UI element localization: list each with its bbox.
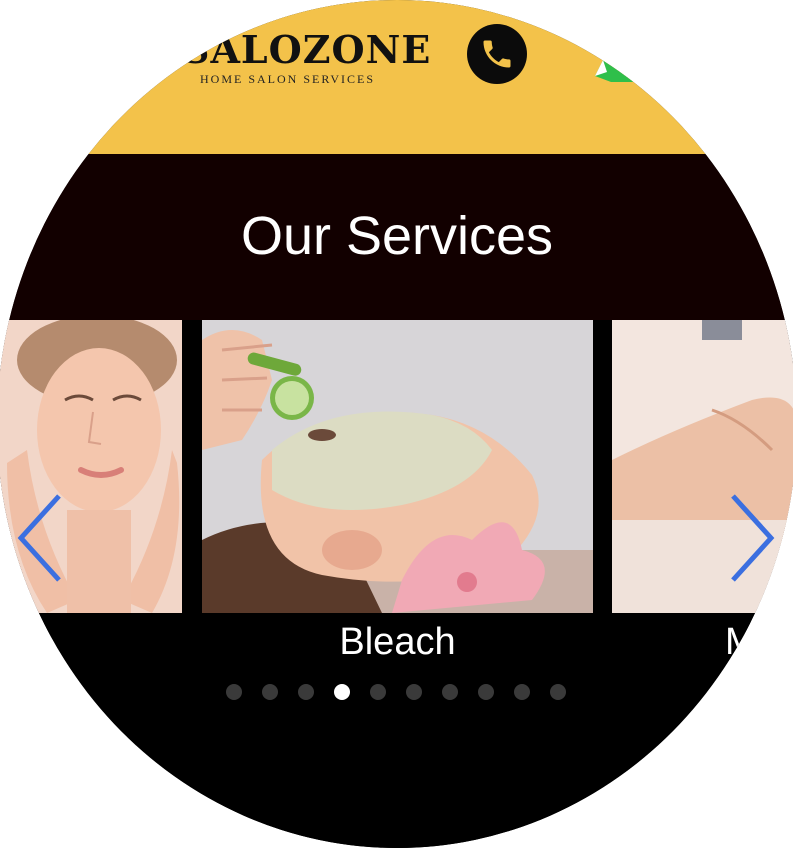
pagination-dot[interactable] xyxy=(370,684,386,700)
circular-viewport: SALOZONE HOME SALON SERVICES Our Service… xyxy=(0,0,793,848)
pagination-dot[interactable] xyxy=(514,684,530,700)
pagination-dot[interactable] xyxy=(226,684,242,700)
pagination-dot[interactable] xyxy=(478,684,494,700)
pagination-dot-active[interactable] xyxy=(334,684,350,700)
section-title: Our Services xyxy=(240,206,554,266)
logo-mark-icon xyxy=(148,60,154,90)
phone-button[interactable] xyxy=(467,24,527,84)
pagination-dot[interactable] xyxy=(298,684,314,700)
site-header: SALOZONE HOME SALON SERVICES xyxy=(0,0,793,154)
whatsapp-icon[interactable] xyxy=(593,46,633,82)
slide-caption: Bleach xyxy=(339,621,456,663)
pagination-dot[interactable] xyxy=(442,684,458,700)
pagination-dot[interactable] xyxy=(406,684,422,700)
carousel-pagination xyxy=(226,684,576,700)
phone-icon xyxy=(483,40,511,68)
services-carousel[interactable]: Bleach M xyxy=(0,320,793,848)
chevron-right-icon[interactable] xyxy=(727,492,777,584)
facial-mask-cucumber-photo xyxy=(202,320,593,613)
next-slide-caption: M xyxy=(725,621,757,663)
brand-logo-text[interactable]: SALOZONE xyxy=(182,30,431,70)
pagination-dot[interactable] xyxy=(550,684,566,700)
brand-tagline: HOME SALON SERVICES xyxy=(200,72,376,86)
chevron-left-icon[interactable] xyxy=(15,492,65,584)
slide-current[interactable] xyxy=(202,320,593,613)
pagination-dot[interactable] xyxy=(262,684,278,700)
